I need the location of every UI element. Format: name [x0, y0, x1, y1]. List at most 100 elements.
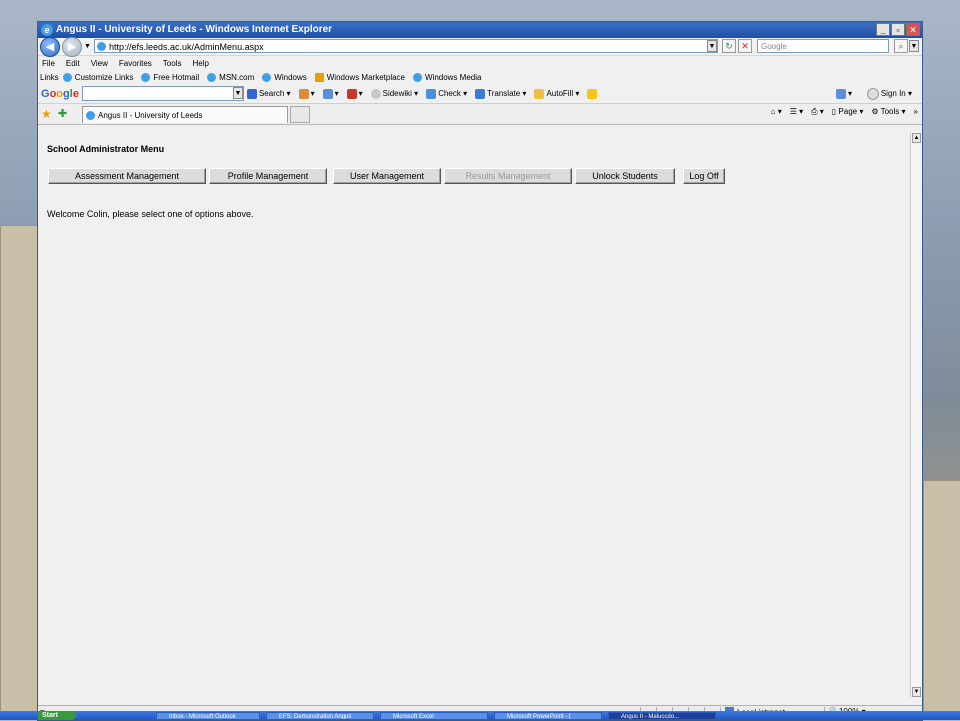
google-settings-button[interactable]: ▾ — [346, 88, 363, 99]
google-search-dropdown-icon[interactable]: ▼ — [232, 87, 243, 99]
feeds-icon[interactable]: ☰ ▾ — [790, 107, 803, 117]
unlock-students-button[interactable]: Unlock Students — [575, 168, 675, 184]
translate-icon — [475, 88, 486, 99]
print-icon[interactable]: ⎙ ▾ — [811, 107, 824, 117]
back-button[interactable]: ◀ — [40, 36, 60, 57]
url-text: http://efs.leeds.ac.uk/AdminMenu.aspx — [109, 42, 264, 52]
welcome-message: Welcome Colin, please select one of opti… — [47, 209, 254, 219]
settings-icon — [346, 88, 357, 99]
sidewiki-icon — [370, 88, 381, 99]
menu-view[interactable]: View — [91, 59, 108, 68]
address-dropdown-icon[interactable]: ▼ — [707, 40, 717, 52]
internet-explorer-icon: e — [41, 24, 53, 36]
page-content: School Administrator Menu Assessment Man… — [38, 132, 912, 698]
autofill-label: AutoFill — [546, 89, 574, 98]
google-search-label: Search — [258, 89, 285, 98]
profile-management-button[interactable]: Profile Management — [209, 168, 327, 184]
home-icon[interactable]: ⌂ ▾ — [771, 107, 782, 117]
page-icon — [97, 42, 106, 51]
wrench-icon — [835, 88, 846, 99]
menu-tools[interactable]: Tools — [163, 59, 182, 68]
google-search-button[interactable]: Search ▾ — [246, 88, 291, 99]
autofill-button[interactable]: AutoFill ▾ — [534, 88, 579, 99]
stop-icon[interactable]: ✕ — [738, 39, 752, 53]
spellcheck-icon — [426, 88, 437, 99]
taskbar-item-outlook[interactable]: Inbox - Microsoft Outlook — [156, 712, 260, 720]
link-windows-media[interactable]: Windows Media — [413, 72, 481, 82]
new-tab-button[interactable] — [290, 106, 310, 123]
menu-file[interactable]: File — [42, 59, 55, 68]
address-row: ◀ ▶ ▼ http://efs.leeds.ac.uk/AdminMenu.a… — [38, 36, 922, 57]
address-field[interactable]: http://efs.leeds.ac.uk/AdminMenu.aspx ▼ — [94, 39, 718, 53]
vertical-scrollbar[interactable]: ▲ ▼ — [910, 132, 922, 698]
page-title: School Administrator Menu — [47, 144, 165, 154]
search-input[interactable]: Google — [757, 39, 889, 53]
command-bar: ⌂ ▾ ☰ ▾ ⎙ ▾ ▯ Page ▾ ⚙ Tools ▾ » — [771, 107, 918, 117]
browser-window: e Angus II - University of Leeds - Windo… — [37, 21, 923, 721]
page-menu-label: Page — [838, 107, 858, 116]
minimize-button[interactable]: _ — [876, 23, 890, 36]
user-management-button[interactable]: User Management — [333, 168, 441, 184]
ie-page-icon — [262, 72, 272, 82]
link-label: MSN.com — [219, 72, 255, 82]
sidewiki-button[interactable]: Sidewiki ▾ — [370, 88, 418, 99]
ie-page-icon — [413, 72, 422, 82]
results-management-button: Results Management — [444, 168, 572, 184]
google-search-input[interactable]: ▼ — [81, 86, 244, 101]
link-windows[interactable]: Windows — [262, 72, 307, 82]
scroll-down-icon[interactable]: ▼ — [912, 687, 921, 697]
recent-pages-dropdown-icon[interactable]: ▼ — [84, 43, 91, 50]
menu-favorites[interactable]: Favorites — [119, 59, 152, 68]
tab-angus-ii[interactable]: Angus II - University of Leeds — [82, 106, 288, 123]
admin-menu-buttons: Assessment Management Profile Management… — [48, 168, 725, 184]
maximize-button[interactable]: ▫ — [891, 23, 905, 36]
link-windows-marketplace[interactable]: Windows Marketplace — [314, 72, 405, 82]
refresh-icon[interactable]: ↻ — [722, 39, 736, 53]
sign-in-button[interactable]: Sign In ▾ — [866, 87, 912, 100]
google-toolbar: Google ▼ Search ▾ ▾ ▾ ▾ Sidewiki ▾ Check… — [38, 84, 922, 104]
ie-page-icon — [141, 72, 151, 82]
link-free-hotmail[interactable]: Free Hotmail — [141, 72, 200, 82]
link-msn[interactable]: MSN.com — [207, 72, 255, 82]
translate-label: Translate — [487, 89, 521, 98]
log-off-button[interactable]: Log Off — [683, 168, 725, 184]
background-building-left — [0, 225, 39, 717]
google-share-button[interactable]: ▾ — [322, 88, 339, 99]
taskbar-item-excel[interactable]: Microsoft Excel — [380, 712, 488, 720]
forward-button[interactable]: ▶ — [62, 36, 82, 57]
favorites-star-icon[interactable]: ★ — [41, 107, 52, 121]
highlighter-icon — [587, 88, 598, 99]
tab-bar: ★ ✚ Angus II - University of Leeds ⌂ ▾ ☰… — [38, 104, 922, 125]
title-bar: e Angus II - University of Leeds - Windo… — [38, 22, 922, 38]
tools-menu-button[interactable]: ⚙ Tools ▾ — [871, 107, 905, 117]
check-button[interactable]: Check ▾ — [426, 88, 467, 99]
chevron-right-icon[interactable]: » — [914, 107, 918, 117]
scroll-up-icon[interactable]: ▲ — [912, 133, 921, 143]
google-logo: Google — [41, 87, 79, 100]
tools-menu-label: Tools — [880, 107, 900, 116]
menu-edit[interactable]: Edit — [66, 59, 80, 68]
taskbar-item-powerpoint[interactable]: Microsoft PowerPoint - [ — [494, 712, 602, 720]
assessment-management-button[interactable]: Assessment Management — [48, 168, 206, 184]
page-menu-button[interactable]: ▯ Page ▾ — [832, 107, 864, 117]
google-bookmark-button[interactable]: ▾ — [298, 88, 315, 99]
wrench-button[interactable]: ▾ — [835, 88, 852, 99]
highlighter-button[interactable] — [587, 88, 599, 99]
check-label: Check — [438, 89, 461, 98]
add-favorites-icon[interactable]: ✚ — [58, 107, 67, 120]
start-button[interactable]: Start — [38, 711, 76, 720]
bookmark-icon — [298, 88, 309, 99]
link-label: Free Hotmail — [153, 72, 200, 82]
windows-flag-icon — [314, 72, 324, 82]
taskbar-item-angus[interactable]: Angus II - Maluccdo... — [608, 712, 716, 720]
link-customize-links[interactable]: Customize Links — [62, 72, 133, 82]
taskbar-item-efs[interactable]: EFS: Demonstration Angus — [266, 712, 374, 720]
autofill-icon — [534, 88, 545, 99]
search-options-icon[interactable]: ▼ — [909, 40, 919, 52]
translate-button[interactable]: Translate ▾ — [475, 88, 526, 99]
menu-help[interactable]: Help — [192, 59, 208, 68]
background-building-right — [923, 480, 960, 717]
search-icon[interactable]: ⌕ — [894, 39, 908, 53]
close-button[interactable]: ✕ — [906, 23, 920, 36]
menu-bar: File Edit View Favorites Tools Help — [38, 56, 922, 70]
